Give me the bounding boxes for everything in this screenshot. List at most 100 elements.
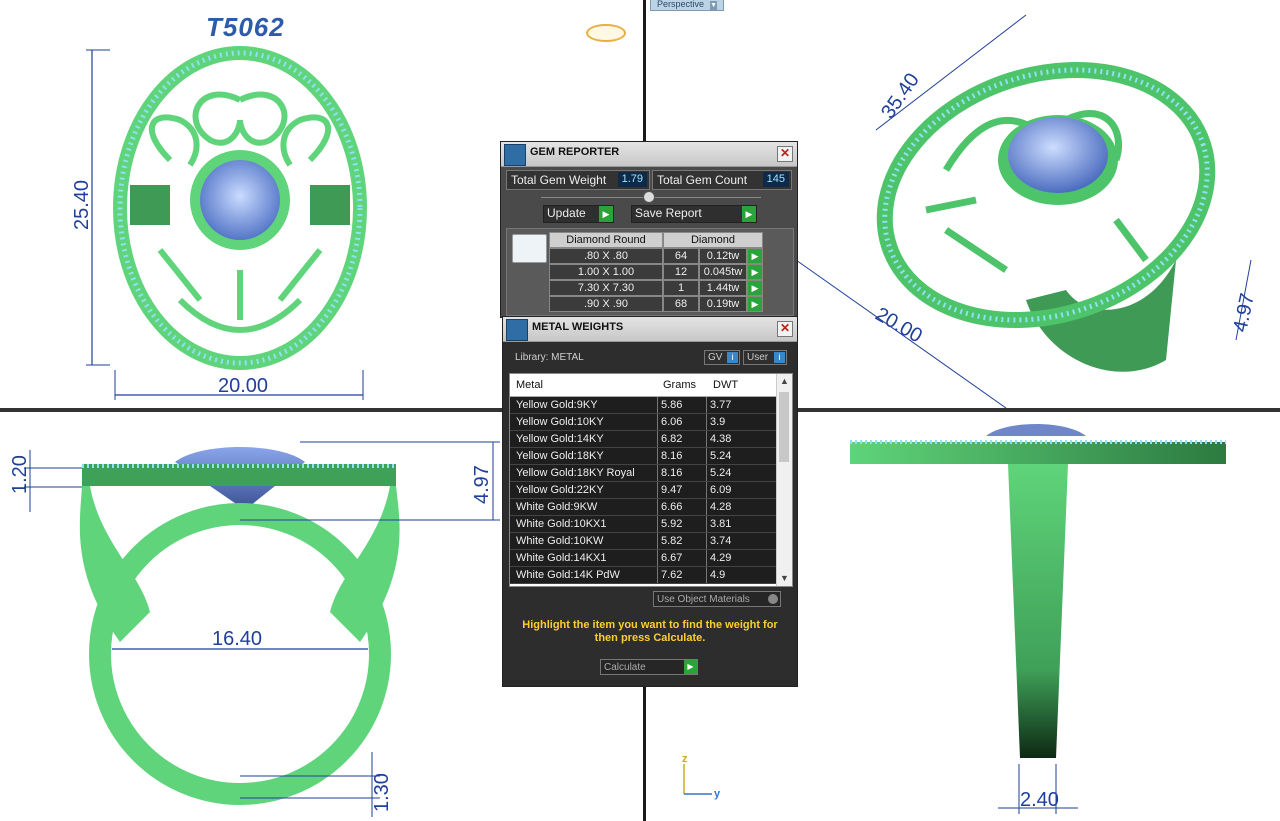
play-arrow-icon[interactable]: ▶ <box>747 248 763 264</box>
metal-dwt: 3.74 <box>706 533 770 549</box>
gem-shape-header: Diamond Round <box>549 232 663 248</box>
persp-dim-right: 4.97 <box>1229 291 1259 334</box>
scrollbar-thumb[interactable] <box>779 392 789 462</box>
gem-row-size[interactable]: .90 X .90 <box>549 296 663 312</box>
table-row[interactable]: Yellow Gold:18KY Royal 8.16 5.24 <box>510 465 776 482</box>
ring-right-top-plate <box>850 442 1226 464</box>
table-row[interactable]: Yellow Gold:14KY 6.82 4.38 <box>510 431 776 448</box>
play-arrow-icon[interactable]: ▶ <box>747 296 763 312</box>
gem-row-size[interactable]: .80 X .80 <box>549 248 663 264</box>
play-arrow-icon[interactable]: ▶ <box>747 264 763 280</box>
metal-name: Yellow Gold:18KY Royal <box>516 467 635 479</box>
total-gem-weight-label: Total Gem Weight <box>511 173 607 187</box>
play-arrow-icon: ▶ <box>684 660 697 674</box>
gem-row-size[interactable]: 1.00 X 1.00 <box>549 264 663 280</box>
play-arrow-icon: ▶ <box>599 206 613 222</box>
play-arrow-icon[interactable]: ▶ <box>747 280 763 296</box>
metal-grams: 6.66 <box>657 499 703 515</box>
axis-z-label: z <box>682 753 688 765</box>
save-report-button[interactable]: Save Report ▶ <box>631 205 757 223</box>
metal-table-scrollbar[interactable]: ▲ ▼ <box>776 374 792 586</box>
close-icon[interactable]: ✕ <box>777 146 793 162</box>
table-row[interactable]: Yellow Gold:18KY 8.16 5.24 <box>510 448 776 465</box>
metal-dwt: 5.24 <box>706 465 770 481</box>
gem-row-count[interactable]: 12 <box>663 264 699 280</box>
info-icon: i <box>727 352 738 363</box>
metal-grams: 6.67 <box>657 550 703 566</box>
table-row[interactable]: Yellow Gold:10KY 6.06 3.9 <box>510 414 776 431</box>
metal-grams: 5.82 <box>657 533 703 549</box>
metal-column-header[interactable]: Metal <box>516 379 543 391</box>
gem-table: Diamond Round Diamond .80 X .80 64 0.12t… <box>506 228 794 316</box>
gem-row-count[interactable]: 64 <box>663 248 699 264</box>
ring-top-shank-right <box>310 185 350 225</box>
scale-icon <box>506 319 528 341</box>
gem-row-weight[interactable]: 0.045tw <box>699 264 747 280</box>
radio-icon[interactable] <box>768 594 778 604</box>
table-row[interactable]: White Gold:10KX1 5.92 3.81 <box>510 516 776 533</box>
metal-name: White Gold:10KX1 <box>516 518 607 530</box>
table-row[interactable]: White Gold:9KW 6.66 4.28 <box>510 499 776 516</box>
gem-row-weight[interactable]: 1.44tw <box>699 280 747 296</box>
metal-dwt: 4.29 <box>706 550 770 566</box>
metal-dwt: 3.9 <box>706 414 770 430</box>
gem-row-count[interactable]: 68 <box>663 296 699 312</box>
ring-right-gem-dome <box>986 424 1086 436</box>
metal-grams: 6.82 <box>657 431 703 447</box>
metal-weights-dialog[interactable]: METAL WEIGHTS ✕ Library: METAL GV i User i… <box>502 316 798 687</box>
user-toggle[interactable]: User i <box>743 350 787 365</box>
gem-row-count[interactable]: 1 <box>663 280 699 296</box>
user-toggle-label: User <box>747 352 769 363</box>
gem-reporter-dialog[interactable]: GEM REPORTER ✕ Total Gem Weight 1.79 Tot… <box>500 141 798 318</box>
metal-name: White Gold:14K PdW <box>516 569 620 581</box>
gem-reporter-titlebar[interactable]: GEM REPORTER ✕ <box>501 142 797 167</box>
calculate-button-label: Calculate <box>604 662 646 673</box>
gem-reporter-icon <box>504 144 526 166</box>
gem-row-weight[interactable]: 0.12tw <box>699 248 747 264</box>
dwt-column-header[interactable]: DWT <box>713 379 738 391</box>
metal-dwt: 4.28 <box>706 499 770 515</box>
gem-row-weight[interactable]: 0.19tw <box>699 296 747 312</box>
ring-thumbnail-icon[interactable] <box>586 24 626 42</box>
metal-name: White Gold:14KX1 <box>516 552 607 564</box>
right-dim-shank: 2.40 <box>1020 789 1059 811</box>
close-icon[interactable]: ✕ <box>777 321 793 337</box>
top-dim-width: 20.00 <box>218 375 268 397</box>
ring-persp-center-gem <box>1008 117 1108 193</box>
metal-name: Yellow Gold:18KY <box>516 450 604 462</box>
metal-grams: 8.16 <box>657 448 703 464</box>
front-dim-inner: 16.40 <box>212 628 262 650</box>
scroll-down-icon[interactable]: ▼ <box>777 571 792 586</box>
table-row[interactable]: White Gold:10KW 5.82 3.74 <box>510 533 776 550</box>
grams-column-header[interactable]: Grams <box>663 379 696 391</box>
gv-toggle[interactable]: GV i <box>704 350 740 365</box>
persp-dim-width: 20.00 <box>872 303 926 347</box>
metal-dwt: 3.81 <box>706 516 770 532</box>
persp-dim-top: 35.40 <box>877 69 924 123</box>
table-row[interactable]: Yellow Gold:22KY 9.47 6.09 <box>510 482 776 499</box>
update-button[interactable]: Update ▶ <box>543 205 614 223</box>
metal-grams: 8.16 <box>657 465 703 481</box>
metal-dwt: 4.9 <box>706 567 770 583</box>
metal-table[interactable]: Metal Grams DWT Yellow Gold:9KY 5.86 3.77 … <box>509 373 793 587</box>
table-row[interactable]: White Gold:14KX1 6.67 4.29 <box>510 550 776 567</box>
round-diamond-icon <box>512 234 547 263</box>
metal-weights-titlebar[interactable]: METAL WEIGHTS ✕ <box>503 317 797 342</box>
total-gem-count-label: Total Gem Count <box>657 173 748 187</box>
use-object-materials-option[interactable]: Use Object Materials <box>653 591 781 607</box>
play-arrow-icon: ▶ <box>742 206 756 222</box>
metal-grams: 9.47 <box>657 482 703 498</box>
total-gem-weight-value: 1.79 <box>617 172 647 187</box>
gem-slider-handle[interactable] <box>643 191 655 203</box>
scroll-up-icon[interactable]: ▲ <box>777 374 792 389</box>
calculate-button[interactable]: Calculate ▶ <box>600 659 698 675</box>
gem-row-size[interactable]: 7.30 X 7.30 <box>549 280 663 296</box>
metal-weights-title: METAL WEIGHTS <box>532 321 624 333</box>
gem-reporter-title: GEM REPORTER <box>530 146 620 158</box>
metal-name: Yellow Gold:14KY <box>516 433 604 445</box>
front-dim-bottom: 1.30 <box>371 773 393 812</box>
table-row[interactable]: White Gold:14K PdW 7.62 4.9 <box>510 567 776 584</box>
metal-name: White Gold:10KW <box>516 535 604 547</box>
table-row[interactable]: Yellow Gold:9KY 5.86 3.77 <box>510 397 776 414</box>
ring-top-shank-left <box>130 185 170 225</box>
